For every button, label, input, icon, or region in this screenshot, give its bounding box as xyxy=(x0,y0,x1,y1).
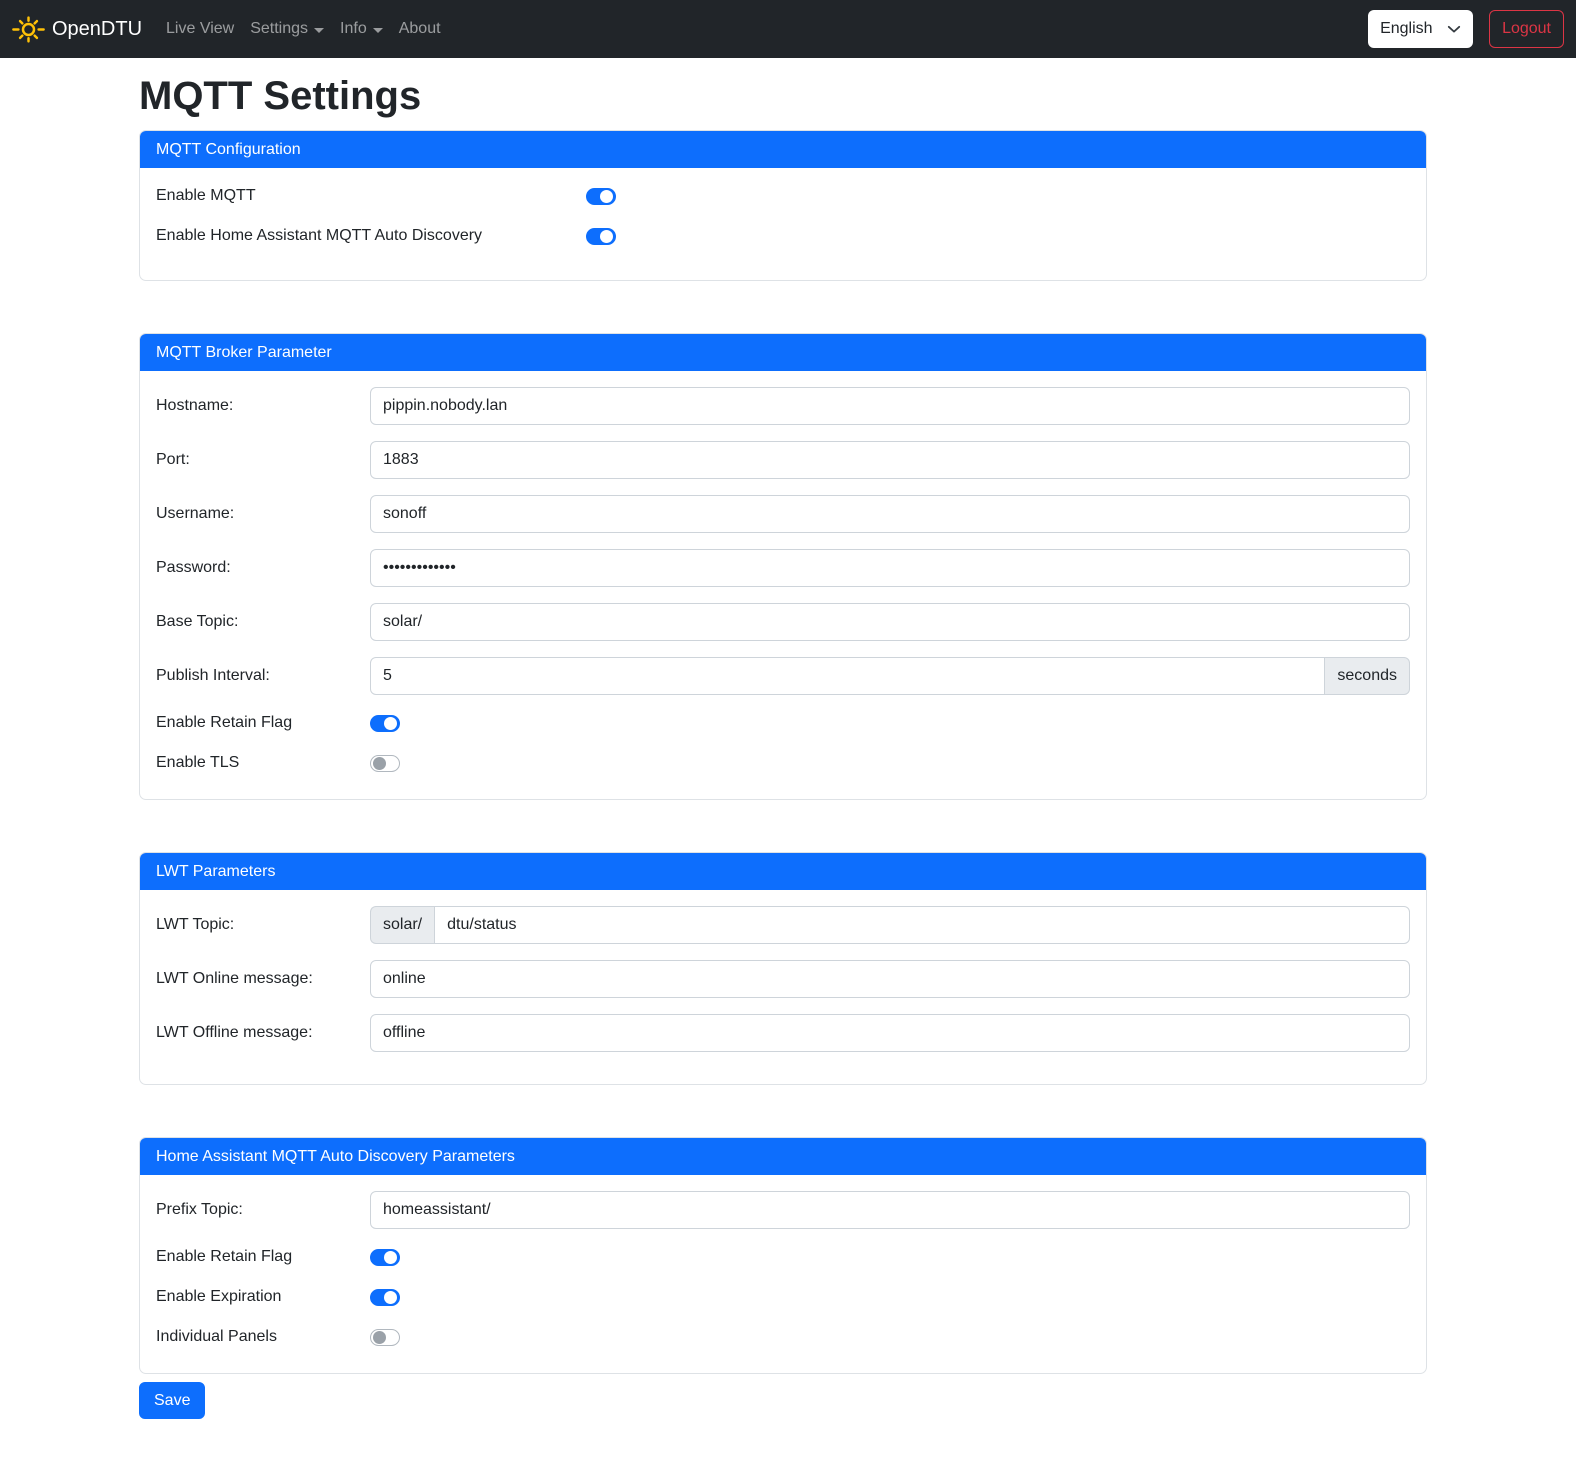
ha-enable-retain-toggle[interactable] xyxy=(370,1249,400,1266)
enable-ha-discovery-row: Enable Home Assistant MQTT Auto Discover… xyxy=(156,224,1410,248)
prefix-topic-row: Prefix Topic: xyxy=(156,1191,1410,1229)
ha-discovery-card: Home Assistant MQTT Auto Discovery Param… xyxy=(139,1137,1427,1374)
nav-item-settings[interactable]: Settings xyxy=(242,12,332,46)
lwt-card: LWT Parameters LWT Topic: solar/ LWT Onl… xyxy=(139,852,1427,1085)
lwt-online-row: LWT Online message: xyxy=(156,960,1410,998)
caret-down-icon xyxy=(373,28,383,33)
hostname-input[interactable] xyxy=(370,387,1410,425)
lwt-offline-input[interactable] xyxy=(370,1014,1410,1052)
save-button[interactable]: Save xyxy=(139,1382,205,1419)
nav-item-settings-label: Settings xyxy=(250,20,308,38)
enable-expiration-row: Enable Expiration xyxy=(156,1285,1410,1309)
enable-tls-row: Enable TLS xyxy=(156,751,1410,775)
enable-expiration-label: Enable Expiration xyxy=(156,1288,370,1306)
page-title: MQTT Settings xyxy=(139,72,1427,120)
mqtt-configuration-card: MQTT Configuration Enable MQTT Enable Ho… xyxy=(139,130,1427,281)
enable-tls-label: Enable TLS xyxy=(156,754,370,772)
mqtt-broker-card-header: MQTT Broker Parameter xyxy=(140,334,1426,371)
username-input[interactable] xyxy=(370,495,1410,533)
ha-discovery-card-header: Home Assistant MQTT Auto Discovery Param… xyxy=(140,1138,1426,1175)
enable-ha-discovery-toggle[interactable] xyxy=(586,228,616,245)
lwt-offline-row: LWT Offline message: xyxy=(156,1014,1410,1052)
lwt-card-header: LWT Parameters xyxy=(140,853,1426,890)
sun-icon xyxy=(12,13,45,46)
broker-enable-retain-toggle[interactable] xyxy=(370,715,400,732)
brand-label: OpenDTU xyxy=(52,18,142,41)
base-topic-input[interactable] xyxy=(370,603,1410,641)
nav-links: Live View Settings Info About xyxy=(158,12,449,46)
enable-expiration-toggle[interactable] xyxy=(370,1289,400,1306)
chevron-down-icon xyxy=(1447,22,1461,36)
enable-ha-discovery-label: Enable Home Assistant MQTT Auto Discover… xyxy=(156,227,586,245)
hostname-row: Hostname: xyxy=(156,387,1410,425)
base-topic-label: Base Topic: xyxy=(156,613,370,631)
publish-interval-input[interactable] xyxy=(370,657,1325,695)
language-select-value: English xyxy=(1380,20,1432,38)
nav-item-live-view-label: Live View xyxy=(166,20,234,38)
base-topic-row: Base Topic: xyxy=(156,603,1410,641)
mqtt-broker-card: MQTT Broker Parameter Hostname: Port: Us… xyxy=(139,333,1427,800)
enable-mqtt-label: Enable MQTT xyxy=(156,187,586,205)
lwt-topic-prefix: solar/ xyxy=(370,906,434,944)
hostname-label: Hostname: xyxy=(156,397,370,415)
publish-interval-unit: seconds xyxy=(1325,657,1410,695)
publish-interval-row: Publish Interval: seconds xyxy=(156,657,1410,695)
language-select[interactable]: English xyxy=(1368,10,1473,48)
lwt-topic-input[interactable] xyxy=(434,906,1410,944)
port-row: Port: xyxy=(156,441,1410,479)
prefix-topic-label: Prefix Topic: xyxy=(156,1201,370,1219)
top-navbar: OpenDTU Live View Settings Info About En… xyxy=(0,0,1576,58)
individual-panels-row: Individual Panels xyxy=(156,1325,1410,1349)
publish-interval-label: Publish Interval: xyxy=(156,667,370,685)
password-input[interactable] xyxy=(370,549,1410,587)
password-label: Password: xyxy=(156,559,370,577)
nav-item-info-label: Info xyxy=(340,20,367,38)
port-label: Port: xyxy=(156,451,370,469)
port-input[interactable] xyxy=(370,441,1410,479)
enable-tls-toggle[interactable] xyxy=(370,755,400,772)
nav-item-about[interactable]: About xyxy=(391,12,449,46)
enable-mqtt-toggle[interactable] xyxy=(586,188,616,205)
lwt-online-input[interactable] xyxy=(370,960,1410,998)
lwt-topic-row: LWT Topic: solar/ xyxy=(156,906,1410,944)
ha-enable-retain-label: Enable Retain Flag xyxy=(156,1248,370,1266)
prefix-topic-input[interactable] xyxy=(370,1191,1410,1229)
nav-item-live-view[interactable]: Live View xyxy=(158,12,242,46)
navbar-right: English Logout xyxy=(1368,10,1564,48)
logout-button[interactable]: Logout xyxy=(1489,10,1564,48)
individual-panels-toggle[interactable] xyxy=(370,1329,400,1346)
enable-mqtt-row: Enable MQTT xyxy=(156,184,1410,208)
individual-panels-label: Individual Panels xyxy=(156,1328,370,1346)
caret-down-icon xyxy=(314,28,324,33)
username-label: Username: xyxy=(156,505,370,523)
brand-link[interactable]: OpenDTU xyxy=(12,13,142,46)
main-content: MQTT Settings MQTT Configuration Enable … xyxy=(139,72,1427,1419)
broker-enable-retain-row: Enable Retain Flag xyxy=(156,711,1410,735)
nav-item-info[interactable]: Info xyxy=(332,12,391,46)
broker-enable-retain-label: Enable Retain Flag xyxy=(156,714,370,732)
nav-item-about-label: About xyxy=(399,20,441,38)
lwt-topic-label: LWT Topic: xyxy=(156,916,370,934)
mqtt-configuration-card-header: MQTT Configuration xyxy=(140,131,1426,168)
lwt-online-label: LWT Online message: xyxy=(156,970,370,988)
password-row: Password: xyxy=(156,549,1410,587)
lwt-offline-label: LWT Offline message: xyxy=(156,1024,370,1042)
username-row: Username: xyxy=(156,495,1410,533)
ha-enable-retain-row: Enable Retain Flag xyxy=(156,1245,1410,1269)
